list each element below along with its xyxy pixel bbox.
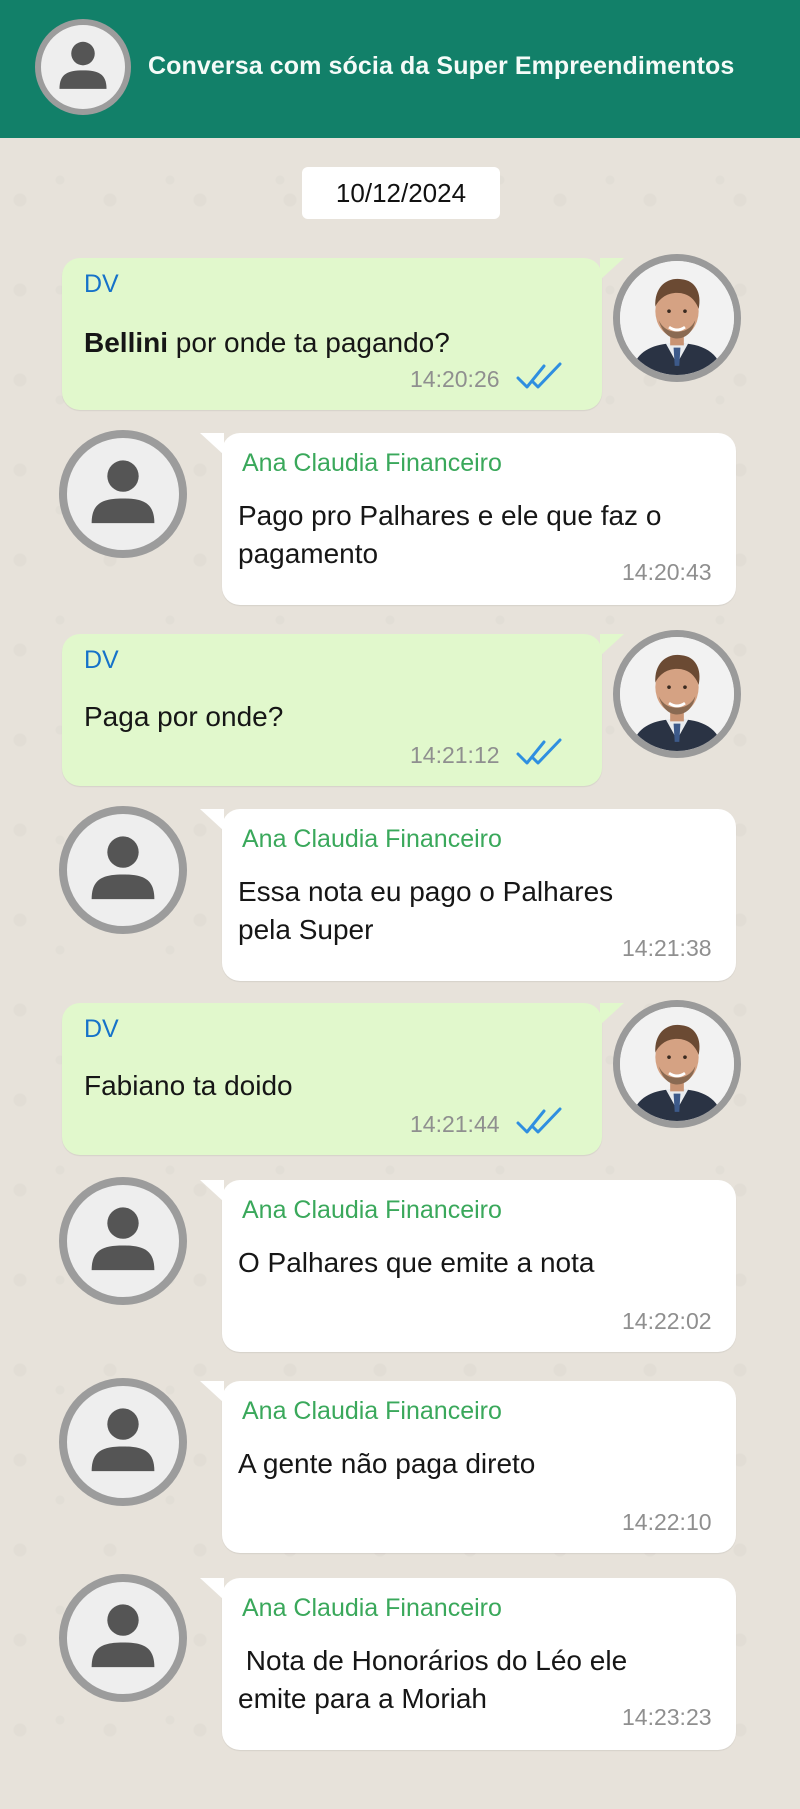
- person-icon: [67, 1582, 179, 1694]
- message-time: 14:21:38: [622, 935, 712, 961]
- bubble-tail: [200, 1381, 224, 1403]
- sender-name: Ana Claudia Financeiro: [242, 1397, 502, 1425]
- read-receipt-icon: [516, 362, 566, 392]
- message-time: 14:23:23: [622, 1704, 712, 1730]
- person-icon: [67, 814, 179, 926]
- bubble-tail: [200, 433, 224, 455]
- message-bubble-received[interactable]: Ana Claudia Financeiro O Palhares que em…: [200, 1180, 736, 1352]
- person-icon: [67, 1185, 179, 1297]
- avatar[interactable]: [59, 430, 187, 558]
- message-bubble-received[interactable]: Ana Claudia Financeiro Nota de Honorário…: [200, 1578, 736, 1750]
- message-text: Bellini por onde ta pagando?: [84, 324, 450, 362]
- message-text-line: Essa nota eu pago o Palhares: [238, 876, 614, 907]
- message-bubble-sent[interactable]: DV Paga por onde? 14:21:12: [62, 634, 624, 786]
- person-icon: [67, 1386, 179, 1498]
- person-icon: [67, 438, 179, 550]
- sender-name: Ana Claudia Financeiro: [242, 825, 502, 853]
- message-time: 14:20:43: [622, 559, 712, 585]
- profile-photo: [620, 261, 734, 375]
- chat-header: Conversa com sócia da Super Empreendimen…: [0, 0, 800, 138]
- bubble-tail: [200, 1578, 224, 1600]
- contact-avatar[interactable]: [35, 19, 131, 115]
- message-time: 14:22:10: [622, 1509, 712, 1535]
- message-time: 14:20:26: [410, 366, 500, 392]
- message-text-line: Nota de Honorários do Léo ele: [238, 1645, 628, 1676]
- person-icon: [41, 25, 125, 109]
- chat-title: Conversa com sócia da Super Empreendimen…: [148, 52, 735, 80]
- message-text: O Palhares que emite a nota: [238, 1247, 595, 1278]
- sender-name: DV: [84, 1015, 119, 1043]
- avatar[interactable]: [59, 1378, 187, 1506]
- message-time: 14:21:44: [410, 1111, 500, 1137]
- avatar[interactable]: [59, 806, 187, 934]
- message-text: Paga por onde?: [84, 701, 284, 732]
- message-text-line: Pago pro Palhares e ele que faz o: [238, 500, 662, 531]
- sender-name: DV: [84, 270, 119, 298]
- message-time: 14:21:12: [410, 742, 500, 768]
- bubble-tail: [600, 1003, 624, 1025]
- sender-name: DV: [84, 646, 119, 674]
- message-text-line: emite para a Moriah: [238, 1683, 488, 1714]
- sender-name: Ana Claudia Financeiro: [242, 449, 502, 477]
- message-bubble-received[interactable]: Ana Claudia Financeiro Pago pro Palhares…: [200, 433, 736, 605]
- bubble-tail: [600, 258, 624, 280]
- sender-name: Ana Claudia Financeiro: [242, 1196, 502, 1224]
- message-bubble-sent[interactable]: DV Fabiano ta doido 14:21:44: [62, 1003, 624, 1155]
- bubble-tail: [600, 634, 624, 656]
- avatar[interactable]: [59, 1574, 187, 1702]
- date-separator: 10/12/2024: [302, 167, 500, 219]
- message-text-line: pagamento: [238, 538, 379, 569]
- sender-name: Ana Claudia Financeiro: [242, 1594, 502, 1622]
- bubble-tail: [200, 1180, 224, 1202]
- profile-photo: [620, 1007, 734, 1121]
- message-bubble-received[interactable]: Ana Claudia Financeiro A gente não paga …: [200, 1381, 736, 1553]
- avatar[interactable]: [59, 1177, 187, 1305]
- message-text-line: pela Super: [238, 914, 374, 945]
- message-time: 14:22:02: [622, 1308, 712, 1334]
- profile-photo: [620, 637, 734, 751]
- message-text: Fabiano ta doido: [84, 1070, 293, 1101]
- read-receipt-icon: [516, 1107, 566, 1137]
- message-bubble-received[interactable]: Ana Claudia Financeiro Essa nota eu pago…: [200, 809, 736, 981]
- message-text: A gente não paga direto: [238, 1448, 536, 1479]
- message-text-bold: Bellini: [84, 327, 169, 358]
- avatar[interactable]: [613, 1000, 741, 1128]
- message-bubble-sent[interactable]: DV Bellini por onde ta pagando? 14:20:26: [62, 258, 624, 410]
- message-text-rest: por onde ta pagando?: [168, 327, 450, 358]
- bubble-tail: [200, 809, 224, 831]
- avatar[interactable]: [613, 630, 741, 758]
- avatar[interactable]: [613, 254, 741, 382]
- read-receipt-icon: [516, 738, 566, 768]
